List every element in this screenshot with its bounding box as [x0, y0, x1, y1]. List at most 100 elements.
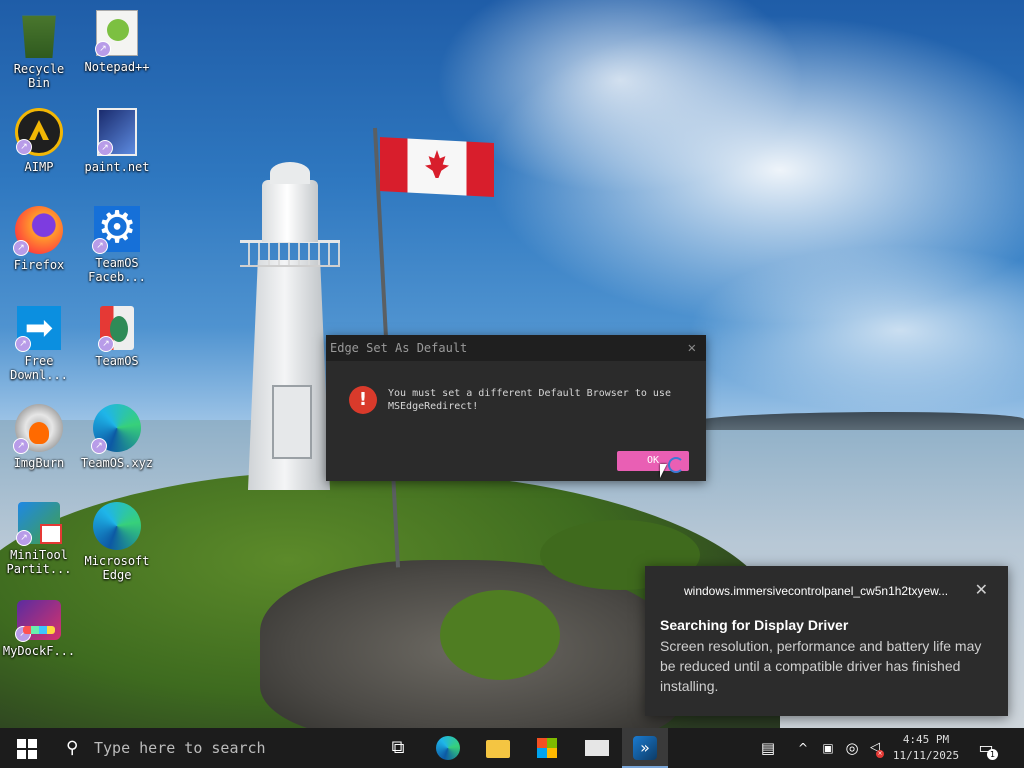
desktop-icon-imgburn[interactable]: ↗ ImgBurn [0, 404, 78, 470]
desktop-icon-label: Notepad++ [84, 60, 150, 74]
minitool-icon: ↗ [16, 502, 62, 546]
lighthouse-cap [270, 162, 310, 184]
desktop-icon-aimp[interactable]: ↗ AIMP [0, 108, 78, 174]
taskbar: ⚲ Type here to search ⧉ » ▤ ^ ▣ ◎ ◁ × 4:4… [0, 728, 1024, 768]
shortcut-arrow-icon: ↗ [98, 336, 114, 352]
msedgeredirect-icon: » [633, 736, 657, 760]
clock-time: 4:45 PM [902, 733, 950, 746]
dialog-title: Edge Set As Default [330, 341, 468, 355]
lighthouse-gallery [240, 240, 340, 267]
action-center-button[interactable]: ▭ 1 [974, 728, 998, 768]
desktop-icon-label: Firefox [13, 258, 65, 272]
store-icon [537, 738, 557, 758]
desktop-icon-microsoft-edge[interactable]: Microsoft Edge [78, 502, 156, 582]
desktop-icon-label: MyDockF... [2, 644, 76, 658]
desktop-icon-label: paint.net [84, 160, 150, 174]
shortcut-arrow-icon: ↗ [15, 336, 31, 352]
muted-badge-icon: × [876, 750, 884, 758]
shortcut-arrow-icon: ↗ [92, 238, 108, 254]
aimp-icon: ↗ [15, 108, 63, 156]
edge-icon: ↗ [91, 404, 141, 454]
task-view-button[interactable]: ⧉ [384, 728, 412, 768]
volume-muted-icon[interactable]: ◁ × [866, 728, 884, 768]
search-placeholder: Type here to search [94, 739, 266, 757]
taskbar-store-button[interactable] [533, 728, 561, 768]
desktop-icon-minitool[interactable]: ↗ MiniTool Partit... [0, 502, 78, 576]
desktop-icon-notepadpp[interactable]: ↗ Notepad++ [78, 10, 156, 74]
desktop-icon-label: Microsoft Edge [84, 554, 150, 582]
mouse-cursor-icon [660, 464, 667, 478]
news-widget-button[interactable]: ▤ [754, 728, 782, 768]
shortcut-arrow-icon: ↗ [16, 139, 32, 155]
windows-logo-icon [17, 750, 26, 759]
firefox-icon: ↗ [13, 206, 63, 256]
shortcut-arrow-icon: ↗ [13, 240, 29, 256]
gear-icon: ↗ [92, 202, 140, 254]
desktop-icon-label: Recycle Bin [13, 62, 65, 90]
busy-spinner-icon [668, 457, 684, 473]
desktop-icon-teamos-facebook[interactable]: ↗ TeamOS Faceb... [78, 202, 156, 284]
notepadpp-icon: ↗ [95, 10, 138, 57]
desktop-icon-free-download-manager[interactable]: ↗ Free Downl... [0, 306, 78, 382]
desktop-icon-teamos[interactable]: ↗ TeamOS [78, 306, 156, 368]
dialog-close-button[interactable]: ✕ [688, 335, 696, 361]
taskbar-mail-button[interactable] [582, 728, 612, 768]
lighthouse-door [272, 385, 312, 459]
imgburn-icon: ↗ [13, 404, 63, 454]
toast-app-name: windows.immersivecontrolpanel_cw5n1h2txy… [684, 584, 949, 598]
toast-title: Searching for Display Driver [660, 617, 849, 633]
desktop-icon-recycle-bin[interactable]: Recycle Bin [0, 10, 78, 90]
wallpaper-bush [440, 590, 560, 680]
edge-set-default-dialog: Edge Set As Default ✕ ! You must set a d… [326, 335, 706, 481]
taskbar-search[interactable]: ⚲ Type here to search [54, 728, 374, 768]
desktop-icon-mydock[interactable]: ↗ MyDockF... [0, 600, 78, 658]
shortcut-arrow-icon: ↗ [95, 41, 111, 57]
error-icon: ! [349, 386, 377, 414]
desktop-icon-teamos-xyz[interactable]: ↗ TeamOS.xyz [78, 404, 156, 470]
notification-count-badge: 1 [987, 749, 998, 760]
shortcut-arrow-icon: ↗ [13, 438, 29, 454]
wallpaper-hills [690, 412, 1024, 430]
toast-body: Screen resolution, performance and batte… [660, 638, 982, 694]
shortcut-arrow-icon: ↗ [16, 530, 32, 546]
desktop-icon-label: TeamOS [95, 354, 139, 368]
shortcut-arrow-icon: ↗ [97, 140, 113, 156]
desktop-icon-label: TeamOS.xyz [80, 456, 154, 470]
desktop-icon-label: AIMP [24, 160, 54, 174]
desktop-icon-label: Free Downl... [10, 354, 68, 382]
desktop-icon-label: MiniTool Partit... [6, 548, 72, 576]
windows-logo-icon [28, 739, 37, 748]
windows-logo-icon [28, 750, 37, 759]
recycle-bin-icon [22, 15, 56, 58]
clock-date: 11/11/2025 [892, 749, 960, 762]
desktop-icon-paintnet[interactable]: ↗ paint.net [78, 108, 156, 174]
show-hidden-icons-button[interactable]: ^ [795, 728, 811, 768]
lighthouse-lamp [262, 180, 318, 242]
start-button[interactable] [14, 728, 38, 768]
meet-now-icon[interactable]: ▣ [820, 728, 836, 768]
desktop-icon-label: TeamOS Faceb... [88, 256, 146, 284]
free-download-manager-icon: ↗ [15, 306, 61, 352]
taskbar-msedgeredirect-button[interactable]: » [622, 728, 668, 768]
network-icon[interactable]: ◎ [843, 728, 861, 768]
teamos-icon: ↗ [98, 306, 134, 352]
taskbar-file-explorer-button[interactable] [484, 728, 512, 768]
mail-icon [585, 740, 609, 756]
edge-icon [436, 736, 460, 760]
shortcut-arrow-icon: ↗ [15, 626, 31, 642]
desktop-icon-label: ImgBurn [13, 456, 65, 470]
edge-icon [93, 502, 141, 550]
taskbar-clock[interactable]: 4:45 PM 11/11/2025 [888, 728, 964, 768]
folder-icon [486, 740, 510, 758]
mydock-icon: ↗ [15, 600, 61, 642]
display-driver-toast[interactable]: windows.immersivecontrolpanel_cw5n1h2txy… [645, 566, 1008, 716]
toast-close-button[interactable]: ✕ [975, 580, 988, 599]
desktop-icon-firefox[interactable]: ↗ Firefox [0, 206, 78, 272]
dialog-titlebar[interactable]: Edge Set As Default ✕ [326, 335, 706, 361]
windows-logo-icon [17, 739, 26, 748]
shortcut-arrow-icon: ↗ [91, 438, 107, 454]
dialog-message: You must set a different Default Browser… [388, 388, 671, 412]
paintnet-icon: ↗ [97, 108, 137, 156]
search-icon: ⚲ [66, 738, 79, 758]
taskbar-edge-button[interactable] [434, 728, 462, 768]
